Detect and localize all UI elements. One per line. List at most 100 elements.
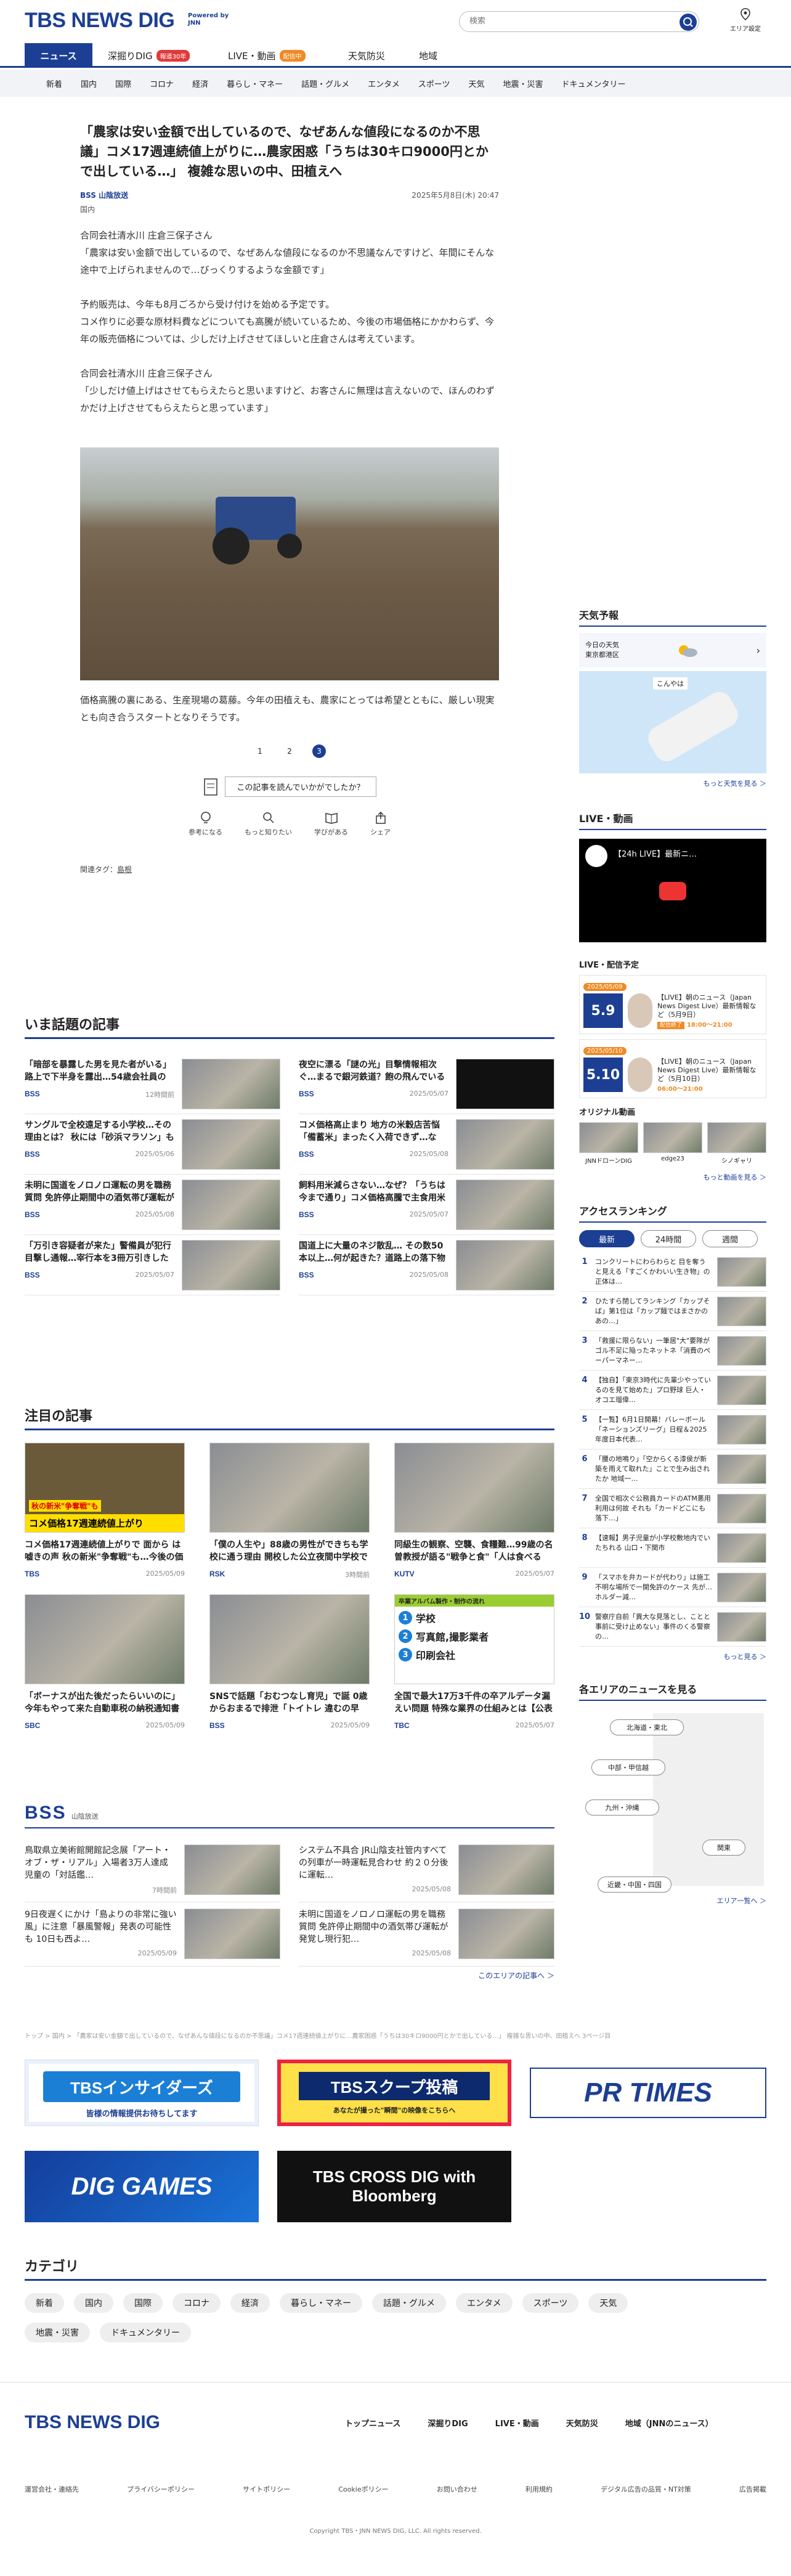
footer-nav-link[interactable]: 地域（JNNのニュース） (625, 2417, 713, 2429)
category-chip[interactable]: 新着 (25, 2293, 64, 2313)
footer-link[interactable]: 利用規約 (525, 2484, 553, 2494)
ranking-item[interactable]: 2 ひたすら閉してランキング「カップそば」第1位は「カップ麺ではまさかのあの…」 (579, 1292, 766, 1331)
search-button[interactable] (679, 14, 697, 31)
banner-prtimes[interactable]: PR TIMES (530, 2068, 766, 2118)
trending-item[interactable]: 「暗部を暴露した男を見た者がいる」路上で下半身を露出…54歳会社員の男を再逮… B… (25, 1054, 280, 1114)
subnav-item[interactable]: 天気 (459, 78, 493, 89)
category-chip[interactable]: 暮らし・マネー (280, 2293, 362, 2313)
subnav-item[interactable]: 国内 (71, 78, 106, 89)
weather-more-link[interactable]: もっと天気を見る ＞ (579, 778, 767, 788)
ranking-item[interactable]: 4 【独自】「東京3時代に先輩少やっているのを見て始めた」プロ野球 巨人・オコエ瑠… (579, 1371, 766, 1410)
category-chip[interactable]: 国際 (123, 2293, 163, 2313)
banner-scoop[interactable]: TBSスクープ投稿 あなたが撮った"瞬間"の映像をこちらへ (277, 2060, 511, 2126)
nav-tab-weather[interactable]: 天気防災 (348, 49, 385, 62)
subnav-item[interactable]: スポーツ (409, 78, 460, 89)
bss-item[interactable]: 9日夜遅くにかけ「島よりの非常に強い風」に注意「暴風警報」発表の可能性も 10日… (25, 1902, 280, 1967)
category-chip[interactable]: 天気 (588, 2293, 628, 2313)
featured-card[interactable]: SNSで話題「おむつなし育児」で誕 0歳からおまるで排泄「トイトレ 違むの早い」… (209, 1594, 370, 1730)
footer-link[interactable]: デジタル広告の品質・NT対策 (601, 2484, 691, 2494)
weather-card[interactable]: 今日の天気 東京都港区 › (579, 633, 766, 667)
reaction-learning[interactable]: 学びがある (314, 810, 348, 837)
live-more-link[interactable]: もっと動画を見る ＞ (579, 1172, 767, 1182)
trending-item[interactable]: 国道上に大量のネジ散乱… その数50本以上…何が起きた？道路上の落下物などで共…… (299, 1235, 554, 1295)
category-chip[interactable]: 話題・グルメ (372, 2293, 446, 2313)
footer-link[interactable]: 広告掲載 (739, 2484, 766, 2494)
category-chip[interactable]: エンタメ (456, 2293, 513, 2313)
category-chip[interactable]: 地震・災害 (25, 2323, 90, 2342)
original-video-card[interactable]: シノギャリ (707, 1122, 766, 1165)
nav-tab-region[interactable]: 地域 (419, 49, 437, 62)
page-1[interactable]: 1 (253, 744, 267, 758)
category-chip[interactable]: 国内 (74, 2293, 113, 2313)
original-video-card[interactable]: edge23 (643, 1122, 702, 1165)
ranking-more-link[interactable]: もっと見る ＞ (579, 1652, 767, 1661)
banner-cross-dig[interactable]: TBS CROSS DIG with Bloomberg (277, 2151, 511, 2222)
original-video-card[interactable]: JNNドローンDIG (579, 1122, 638, 1165)
subnav-item[interactable]: 暮らし・マネー (217, 78, 292, 89)
featured-card[interactable]: 同級生の観察、空襲、食糧難…99歳の名曽教授が語る"戦争と食"「人は食べる時、心… (394, 1443, 554, 1579)
featured-card[interactable]: 秋の新米"争奪戦"も コメ価格17週連続値上がり コメ価格17週連続値上がりで 面か… (25, 1443, 185, 1579)
ranking-item[interactable]: 5 【一覧】6月1日開幕！バレーボール「ネーションズリーグ」日程＆2025年度日本… (579, 1410, 766, 1449)
ranking-item[interactable]: 9 「スマホを弁カードが代わり」は施工 不明な場所で一開免許のケース 先が…ホルダ… (579, 1568, 766, 1607)
trending-item[interactable]: 未明に国道をノロノロ運転の男を職務質問 免許停止期間中の酒気帯び運転が発覚し… B… (25, 1175, 280, 1235)
category-chip[interactable]: スポーツ (522, 2293, 579, 2313)
banner-insiders[interactable]: TBSインサイダーズ 皆様の情報提供お待ちしてます (25, 2060, 259, 2126)
area-pill[interactable]: 近畿・中国・四国 (598, 1877, 671, 1893)
featured-card[interactable]: 「僕の人生や」88歳の男性ができちも学校に通う理由 開校した公立夜間中学校で「も… (209, 1443, 370, 1579)
trending-item[interactable]: 夜空に漂る「謎の光」目撃情報相次ぐ…まるで銀河鉄道？飽の飛んでいる姿？星… BSS… (299, 1054, 554, 1114)
trending-item[interactable]: コメ価格高止まり 地方の米穀店苦悩「備蓄米」まったく入荷できず…なぜ？「もう… B… (299, 1114, 554, 1175)
search-box[interactable] (459, 11, 699, 32)
article-category[interactable]: 国内 (80, 204, 499, 214)
area-pill[interactable]: 北海道・東北 (610, 1719, 684, 1735)
weather-map[interactable]: こんやは (579, 671, 766, 773)
ranking-item[interactable]: 3 「救援に限らない」一筆居"大"要隊がゴル不足に陥ったネットネ「消費のペーパーマ… (579, 1331, 766, 1371)
ranking-item[interactable]: 10 警察庁自前「異大な見落とし、ことと事前に受け止めない」事件のくる警察の… (579, 1607, 766, 1647)
reaction-want-more[interactable]: もっと知りたい (245, 810, 292, 837)
ranking-tab[interactable]: 24時間 (641, 1230, 696, 1247)
nav-tab-dig[interactable]: 深掘りDIG 報道30年 (108, 49, 190, 62)
subnav-item[interactable]: 新着 (37, 78, 71, 89)
article-source[interactable]: BSS 山陰放送 (80, 190, 128, 200)
share-button[interactable]: シェア (370, 810, 391, 837)
category-chip[interactable]: 経済 (230, 2293, 270, 2313)
ranking-item[interactable]: 1 コンクリートにわらわらと 目を奪うと見える「すごくかわいい生き物」の正体は… (579, 1252, 766, 1292)
trending-item[interactable]: サングルで全校遠足する小学校…その理由とは？ 秋には「砂浜マラソン」も 鳥取… B… (25, 1114, 280, 1175)
bss-more-link[interactable]: このエリアの記事へ ＞ (25, 1970, 554, 1981)
footer-link[interactable]: Cookieポリシー (338, 2484, 388, 2494)
area-pill[interactable]: 九州・沖縄 (585, 1800, 659, 1816)
live-video-player[interactable]: 【24h LIVE】最新ニ… (579, 839, 766, 942)
featured-card[interactable]: 「ボーナスが出た後だったらいいのに」今年もやって来た自動車税の納税通知書 納付期… (25, 1594, 185, 1730)
banner-dig-games[interactable]: DIG GAMES (25, 2151, 259, 2222)
tag-link[interactable]: 島根 (117, 865, 132, 874)
subnav-item[interactable]: 経済 (183, 78, 217, 89)
subnav-item[interactable]: 国際 (106, 78, 140, 89)
page-2[interactable]: 2 (283, 744, 296, 758)
footer-nav-link[interactable]: 深掘りDIG (428, 2417, 468, 2429)
subnav-item[interactable]: コロナ (140, 78, 183, 89)
area-pill[interactable]: 関東 (702, 1840, 745, 1856)
area-setting-button[interactable]: エリア設定 (727, 7, 764, 33)
ranking-item[interactable]: 7 全国で相次ぐ公務員カードのATM悪用利用は何故 それも「カードどこにも落下…」 (579, 1489, 766, 1528)
footer-link[interactable]: お問い合わせ (437, 2484, 477, 2494)
subnav-item[interactable]: 話題・グルメ (292, 78, 359, 89)
areas-more-link[interactable]: エリア一覧へ ＞ (579, 1896, 767, 1906)
subnav-item[interactable]: 地震・災害 (494, 78, 553, 89)
bss-item[interactable]: 鳥取県立美術館開館記念展「アート・オブ・ザ・リアル」入場者3万人達成 児童の「対… (25, 1838, 280, 1902)
bss-item[interactable]: 未明に国道をノロノロ運転の男を職務質問 免許停止期間中の酒気帯び運転が発覚し現行… (299, 1902, 554, 1967)
ranking-item[interactable]: 6 「腰の地鳴り」「空からくる漆侯が新築を雨えて取れた」ことで生み出されたか 地域… (579, 1449, 766, 1489)
trending-item[interactable]: 「万引き容疑者が来た」警備員が犯行目撃し通報…宰行本を3冊万引きした疑い 地方…… (25, 1235, 280, 1295)
footer-link[interactable]: サイトポリシー (243, 2484, 290, 2494)
category-chip[interactable]: コロナ (172, 2293, 221, 2313)
footer-nav-link[interactable]: 天気防災 (566, 2417, 598, 2429)
footer-link[interactable]: 運営会社・連絡先 (25, 2484, 79, 2494)
footer-logo[interactable]: TBS NEWS DIG (25, 2412, 160, 2433)
area-pill[interactable]: 中部・甲信越 (591, 1759, 665, 1775)
search-input[interactable] (469, 17, 654, 26)
trending-item[interactable]: 飼料用米減らさない…なぜ？「うちは今まで通り」コメ価格高騰で主食用米作付け増… B… (299, 1175, 554, 1235)
footer-link[interactable]: プライバシーポリシー (127, 2484, 195, 2494)
page-3-current[interactable]: 3 (312, 744, 326, 758)
site-logo[interactable]: TBS NEWS DIG (25, 9, 175, 33)
nav-tab-live[interactable]: LIVE・動画 配信中 (228, 49, 306, 62)
footer-nav-link[interactable]: トップニュース (345, 2417, 400, 2429)
live-schedule-item[interactable]: 2025/05/09 5.9 【LIVE】朝のニュース（Japan News Dig… (579, 975, 766, 1034)
